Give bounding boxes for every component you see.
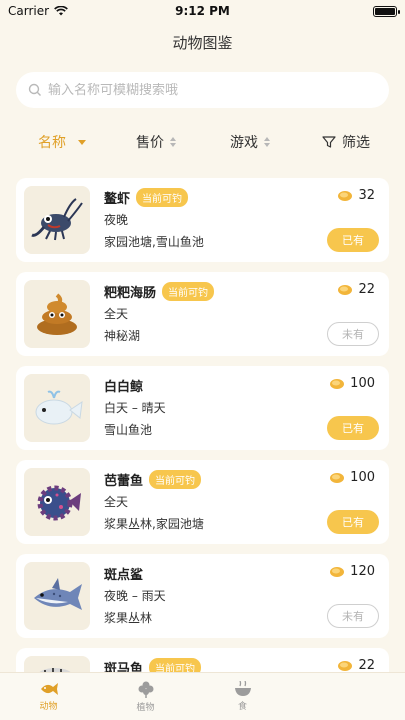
price-value: 100 [350,470,375,485]
item-time: 夜晚 – 雨天 [104,589,166,603]
price-value: 100 [350,376,375,391]
item-time: 全天 [104,307,129,321]
list-item[interactable]: 鳌虾 当前可钓 夜晚 家园池塘,雪山鱼池 32 已有 [16,178,389,262]
item-name: 粑粑海肠 [104,286,157,301]
sort-price-label: 售价 [136,135,164,151]
search-input[interactable] [48,82,377,98]
fish-icon [40,683,58,695]
sort-arrows-icon [264,137,270,147]
tab-food-label: 食 [237,702,247,712]
owned-status-button[interactable]: 已有 [327,416,379,440]
battery-icon [373,5,400,17]
list-item[interactable]: 粑粑海肠 当前可钓 全天 神秘湖 22 未有 [16,272,389,356]
not-owned-status-button[interactable]: 未有 [327,322,379,346]
item-name-row: 芭蕾鱼 当前可钓 [104,470,202,489]
search-bar[interactable] [16,72,389,108]
sort-arrows-icon [170,137,176,147]
item-time: 白天 – 晴天 [104,401,166,415]
owned-status-button[interactable]: 已有 [327,228,379,252]
item-name: 芭蕾鱼 [104,474,144,489]
item-price: 32 [337,188,375,203]
item-location: 雪山鱼池 [104,423,153,437]
filter-button[interactable]: 筛选 [322,132,370,152]
item-price: 22 [337,282,375,297]
item-name-row: 斑点鲨 [104,564,143,583]
item-location: 家园池塘,雪山鱼池 [104,235,204,249]
bell-coin-icon [338,190,353,201]
status-bar: Carrier 9:12 PM [0,0,405,22]
bell-coin-icon [330,566,345,577]
whale-icon [24,374,90,442]
ballet-fish-icon [24,468,90,536]
search-icon [28,83,41,96]
price-value: 32 [358,188,375,203]
item-name-row: 鳌虾 当前可钓 [104,188,189,207]
owned-status-button[interactable]: 已有 [327,510,379,534]
price-value: 22 [358,658,375,673]
item-time: 全天 [104,495,129,509]
item-price: 22 [337,658,375,673]
item-time: 夜晚 [104,213,129,227]
bell-coin-icon [338,284,353,295]
clock: 9:12 PM [175,4,230,18]
sort-by-price[interactable]: 售价 [136,132,176,152]
list-item[interactable]: 斑点鲨 夜晚 – 雨天 浆果丛林 120 未有 [16,554,389,638]
sort-name-label: 名称 [38,135,66,151]
item-location: 浆果丛林 [104,611,153,625]
price-value: 120 [350,564,375,579]
tab-animals-label: 动物 [39,702,58,712]
tab-plants[interactable]: 植物 [97,673,194,720]
filter-bar: 名称 售价 游戏 筛选 [0,132,405,156]
page-title: 动物图鉴 [172,34,233,52]
tab-food[interactable]: 食 [194,673,291,720]
bell-coin-icon [330,378,345,389]
tab-animals[interactable]: 动物 [0,673,97,720]
sort-game-label: 游戏 [230,135,258,151]
item-price: 120 [329,564,375,579]
item-name: 白白鲸 [104,380,144,395]
sort-by-game[interactable]: 游戏 [230,132,270,152]
not-owned-status-button[interactable]: 未有 [327,604,379,628]
catchable-badge: 当前可钓 [162,282,215,301]
poop-icon [24,280,90,348]
bell-coin-icon [338,660,353,671]
item-name-row: 白白鲸 [104,376,143,395]
item-price: 100 [329,470,375,485]
item-name-row: 粑粑海肠 当前可钓 [104,282,215,301]
item-location: 浆果丛林,家园池塘 [104,517,204,531]
tab-bar: 动物 植物 食 [0,672,405,720]
item-location: 神秘湖 [104,329,141,343]
filter-label: 筛选 [342,135,370,151]
chevron-down-icon [78,139,86,145]
catchable-badge: 当前可钓 [149,470,202,489]
list-item[interactable]: 芭蕾鱼 当前可钓 全天 浆果丛林,家园池塘 100 已有 [16,460,389,544]
filter-icon [322,136,336,148]
list-item[interactable]: 白白鲸 白天 – 晴天 雪山鱼池 100 已有 [16,366,389,450]
bell-coin-icon [330,472,345,483]
tab-plants-label: 植物 [136,703,155,713]
catchable-badge: 当前可钓 [136,188,189,207]
crayfish-icon [24,186,90,254]
bowl-icon [234,681,251,696]
price-value: 22 [358,282,375,297]
sort-by-name[interactable]: 名称 [38,132,86,152]
shark-icon [24,562,90,630]
clover-icon [138,681,153,698]
item-name: 鳌虾 [104,192,131,207]
item-name: 斑点鲨 [104,568,144,583]
item-price: 100 [329,376,375,391]
